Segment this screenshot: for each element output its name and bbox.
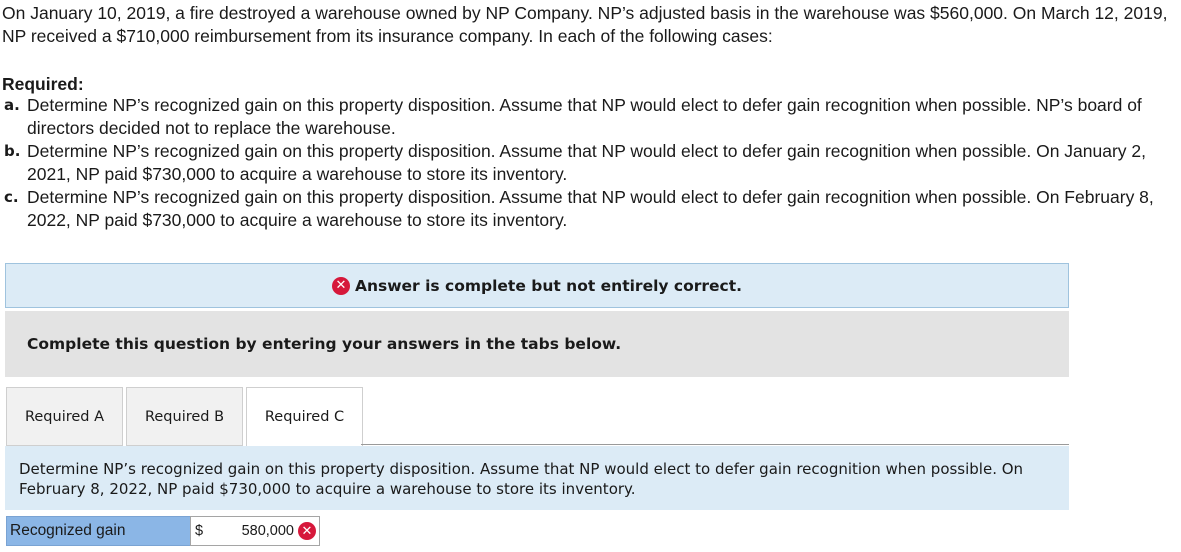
answer-label: Recognized gain (6, 516, 191, 546)
item-text: Determine NP’s recognized gain on this p… (27, 141, 1147, 184)
panel-text: Determine NP’s recognized gain on this p… (19, 460, 1024, 498)
item-text: Determine NP’s recognized gain on this p… (27, 95, 1142, 138)
answer-value: 580,000 (241, 523, 294, 539)
item-letter: b. (4, 142, 21, 160)
required-heading: Required: (2, 74, 84, 94)
recognized-gain-input[interactable]: $ 580,000 ✕ (190, 516, 320, 546)
answer-row: Recognized gain $ 580,000 ✕ (6, 516, 320, 546)
answer-status-banner: ✕ Answer is complete but not entirely co… (5, 263, 1069, 308)
item-text: Determine NP’s recognized gain on this p… (27, 187, 1154, 230)
required-list: a. Determine NP’s recognized gain on thi… (2, 94, 1177, 232)
tab-required-a[interactable]: Required A (6, 387, 123, 446)
problem-intro: On January 10, 2019, a fire destroyed a … (2, 3, 1168, 46)
required-item-a: a. Determine NP’s recognized gain on thi… (2, 94, 1177, 140)
required-item-b: b. Determine NP’s recognized gain on thi… (2, 140, 1177, 186)
tab-label: Required A (24, 408, 105, 425)
tab-required-c[interactable]: Required C (246, 387, 363, 446)
currency-symbol: $ (195, 523, 204, 539)
tab-required-b[interactable]: Required B (126, 387, 243, 446)
x-circle-icon: ✕ (331, 276, 350, 295)
item-letter: c. (4, 188, 19, 206)
question-panel: Determine NP’s recognized gain on this p… (5, 446, 1069, 510)
incorrect-icon: ✕ (298, 522, 316, 540)
instruction-text: Complete this question by entering your … (27, 335, 622, 353)
tab-label: Required C (264, 409, 345, 425)
required-item-c: c. Determine NP’s recognized gain on thi… (2, 186, 1177, 232)
instruction-bar: Complete this question by entering your … (5, 311, 1069, 377)
banner-text: Answer is complete but not entirely corr… (354, 276, 743, 295)
tab-divider (361, 444, 1069, 445)
item-letter: a. (4, 96, 20, 114)
tab-bar: Required A Required B Required C (6, 387, 366, 446)
tab-label: Required B (144, 408, 225, 425)
